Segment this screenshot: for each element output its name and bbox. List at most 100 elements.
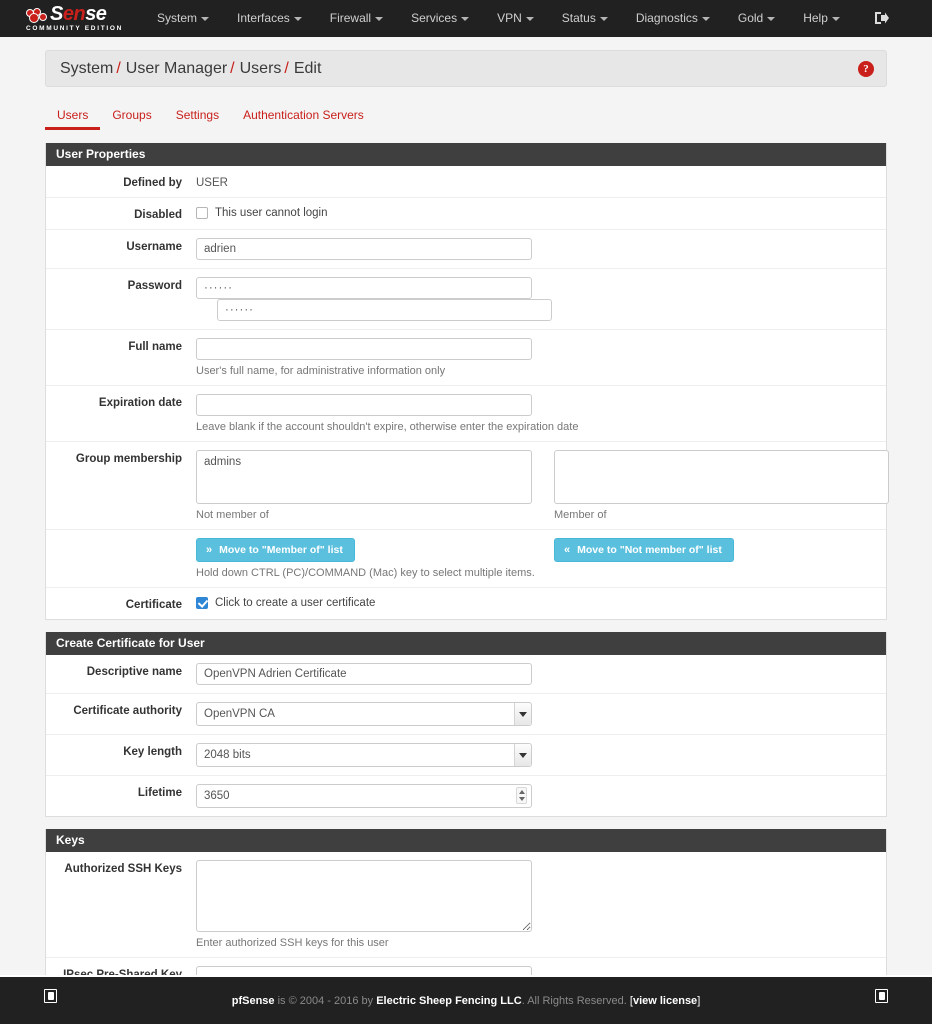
logout-icon[interactable] bbox=[872, 9, 890, 27]
chevron-down-icon bbox=[201, 16, 210, 21]
member-of-listbox[interactable] bbox=[554, 450, 889, 504]
breadcrumb-item-system[interactable]: System bbox=[60, 60, 113, 78]
breadcrumb-item-users[interactable]: Users bbox=[240, 60, 282, 78]
breadcrumb-separator: / bbox=[284, 59, 289, 77]
footer-copyright: pfSense is © 2004 - 2016 by Electric She… bbox=[232, 995, 701, 1007]
tab-authentication-servers[interactable]: Authentication Servers bbox=[231, 104, 376, 130]
expiration-date-input[interactable] bbox=[196, 394, 532, 416]
descriptive-name-input[interactable] bbox=[196, 663, 532, 685]
nav-item-vpn[interactable]: VPN bbox=[483, 0, 548, 37]
row-group-membership: Group membership admins Not member of Me… bbox=[46, 442, 889, 530]
row-certificate-authority: Certificate authority OpenVPN CA bbox=[46, 694, 886, 735]
authorized-ssh-keys-textarea[interactable] bbox=[196, 860, 532, 932]
nav-item-status[interactable]: Status bbox=[548, 0, 622, 37]
value-defined-by: USER bbox=[196, 177, 228, 189]
nav-item-diagnostics[interactable]: Diagnostics bbox=[622, 0, 724, 37]
tab-bar: Users Groups Settings Authentication Ser… bbox=[45, 101, 887, 131]
nav-menu: System Interfaces Firewall Services VPN … bbox=[143, 0, 854, 37]
chevron-down-icon bbox=[831, 16, 840, 21]
tab-users[interactable]: Users bbox=[45, 104, 101, 130]
chevron-double-right-icon: » bbox=[206, 544, 213, 556]
username-input[interactable] bbox=[196, 238, 532, 260]
nav-item-help[interactable]: Help bbox=[789, 0, 854, 37]
panel-heading-user-properties: User Properties bbox=[46, 143, 886, 166]
tab-label: Settings bbox=[175, 108, 220, 122]
not-member-of-column: admins Not member of bbox=[196, 450, 532, 521]
nav-item-interfaces[interactable]: Interfaces bbox=[223, 0, 316, 37]
expand-left-icon[interactable] bbox=[44, 989, 57, 1003]
list-item[interactable]: admins bbox=[204, 455, 524, 470]
disabled-checkbox-label: This user cannot login bbox=[215, 207, 328, 219]
row-authorized-ssh-keys: Authorized SSH Keys Enter authorized SSH… bbox=[46, 852, 886, 958]
row-expiration-date: Expiration date Leave blank if the accou… bbox=[46, 386, 886, 442]
panel-keys: Keys Authorized SSH Keys Enter authorize… bbox=[45, 829, 887, 997]
tab-groups[interactable]: Groups bbox=[100, 104, 163, 130]
not-member-of-listbox[interactable]: admins bbox=[196, 450, 532, 504]
full-name-input[interactable] bbox=[196, 338, 532, 360]
row-certificate: Certificate Click to create a user certi… bbox=[46, 588, 886, 619]
panel-create-certificate: Create Certificate for User Descriptive … bbox=[45, 632, 887, 817]
logo-s: S bbox=[50, 3, 63, 25]
chevron-down-icon[interactable] bbox=[514, 703, 531, 725]
panel-user-properties: User Properties Defined by USER Disabled… bbox=[45, 143, 889, 620]
certificate-authority-value: OpenVPN CA bbox=[196, 702, 532, 726]
help-circle-icon[interactable]: ? bbox=[858, 61, 874, 77]
chevron-down-icon bbox=[701, 16, 710, 21]
footer-product: pfSense bbox=[231, 994, 275, 1007]
stepper-arrows-icon[interactable] bbox=[516, 787, 527, 804]
breadcrumb-container: System / User Manager / Users / Edit ? bbox=[0, 37, 932, 87]
chevron-down-icon bbox=[525, 16, 534, 21]
expand-right-icon[interactable] bbox=[875, 989, 888, 1003]
nav-label: Diagnostics bbox=[635, 11, 698, 25]
chevron-down-icon bbox=[461, 16, 470, 21]
disabled-checkbox[interactable] bbox=[196, 207, 208, 219]
nav-item-system[interactable]: System bbox=[143, 0, 223, 37]
password-confirm-input[interactable] bbox=[217, 299, 552, 321]
key-length-select[interactable]: 2048 bits bbox=[196, 743, 532, 767]
chevron-down-icon bbox=[767, 16, 776, 21]
sublabel-member-of: Member of bbox=[554, 509, 607, 521]
chevron-down-icon bbox=[375, 16, 384, 21]
key-length-value: 2048 bits bbox=[196, 743, 532, 767]
label-key-length: Key length bbox=[123, 746, 182, 758]
logo-se: se bbox=[85, 3, 107, 25]
row-password: Password bbox=[46, 269, 886, 330]
breadcrumb-separator: / bbox=[230, 59, 235, 77]
chevron-down-icon[interactable] bbox=[514, 744, 531, 766]
footer-copyright-mid: is © 2004 - 2016 by bbox=[274, 994, 377, 1007]
pfsense-mark-icon bbox=[26, 8, 49, 24]
create-certificate-checkbox[interactable] bbox=[196, 597, 208, 609]
panel-heading-keys: Keys bbox=[46, 829, 886, 852]
label-certificate-authority: Certificate authority bbox=[73, 705, 182, 717]
help-expiration-date: Leave blank if the account shouldn't exp… bbox=[196, 421, 579, 433]
move-to-not-member-of-button[interactable]: « Move to "Not member of" list bbox=[554, 538, 734, 562]
password-input[interactable] bbox=[196, 277, 532, 299]
panel-heading-create-certificate: Create Certificate for User bbox=[46, 632, 886, 655]
nav-item-gold[interactable]: Gold bbox=[724, 0, 789, 37]
pfsense-logo[interactable]: Sense COMMUNITY EDITION bbox=[26, 4, 123, 34]
row-key-length: Key length 2048 bits bbox=[46, 735, 886, 776]
nav-item-firewall[interactable]: Firewall bbox=[316, 0, 397, 37]
breadcrumb-item-edit: Edit bbox=[293, 59, 322, 77]
tab-settings[interactable]: Settings bbox=[164, 104, 231, 130]
row-full-name: Full name User's full name, for administ… bbox=[46, 330, 886, 386]
label-descriptive-name: Descriptive name bbox=[86, 666, 182, 678]
certificate-authority-select[interactable]: OpenVPN CA bbox=[196, 702, 532, 726]
view-license-link[interactable]: view license bbox=[633, 995, 697, 1007]
page-root: Sense COMMUNITY EDITION System Interface… bbox=[0, 0, 932, 1024]
breadcrumb-item-user-manager[interactable]: User Manager bbox=[126, 60, 227, 78]
create-certificate-checkbox-label: Click to create a user certificate bbox=[215, 597, 376, 609]
breadcrumb-separator: / bbox=[116, 59, 121, 77]
move-to-member-of-button[interactable]: » Move to "Member of" list bbox=[196, 538, 355, 562]
label-group-membership: Group membership bbox=[75, 453, 182, 465]
row-defined-by: Defined by USER bbox=[46, 166, 886, 198]
footer-rights: . All Rights Reserved. bbox=[521, 994, 630, 1007]
move-to-member-column: » Move to "Member of" list bbox=[196, 538, 532, 562]
chevron-double-left-icon: « bbox=[564, 544, 571, 556]
page-footer: pfSense is © 2004 - 2016 by Electric She… bbox=[0, 975, 932, 1024]
lifetime-value: 3650 bbox=[196, 784, 532, 808]
lifetime-stepper[interactable]: 3650 bbox=[196, 784, 532, 808]
nav-item-services[interactable]: Services bbox=[397, 0, 483, 37]
row-group-move-buttons: » Move to "Member of" list « Move to "No… bbox=[46, 530, 886, 588]
label-certificate: Certificate bbox=[125, 599, 182, 611]
